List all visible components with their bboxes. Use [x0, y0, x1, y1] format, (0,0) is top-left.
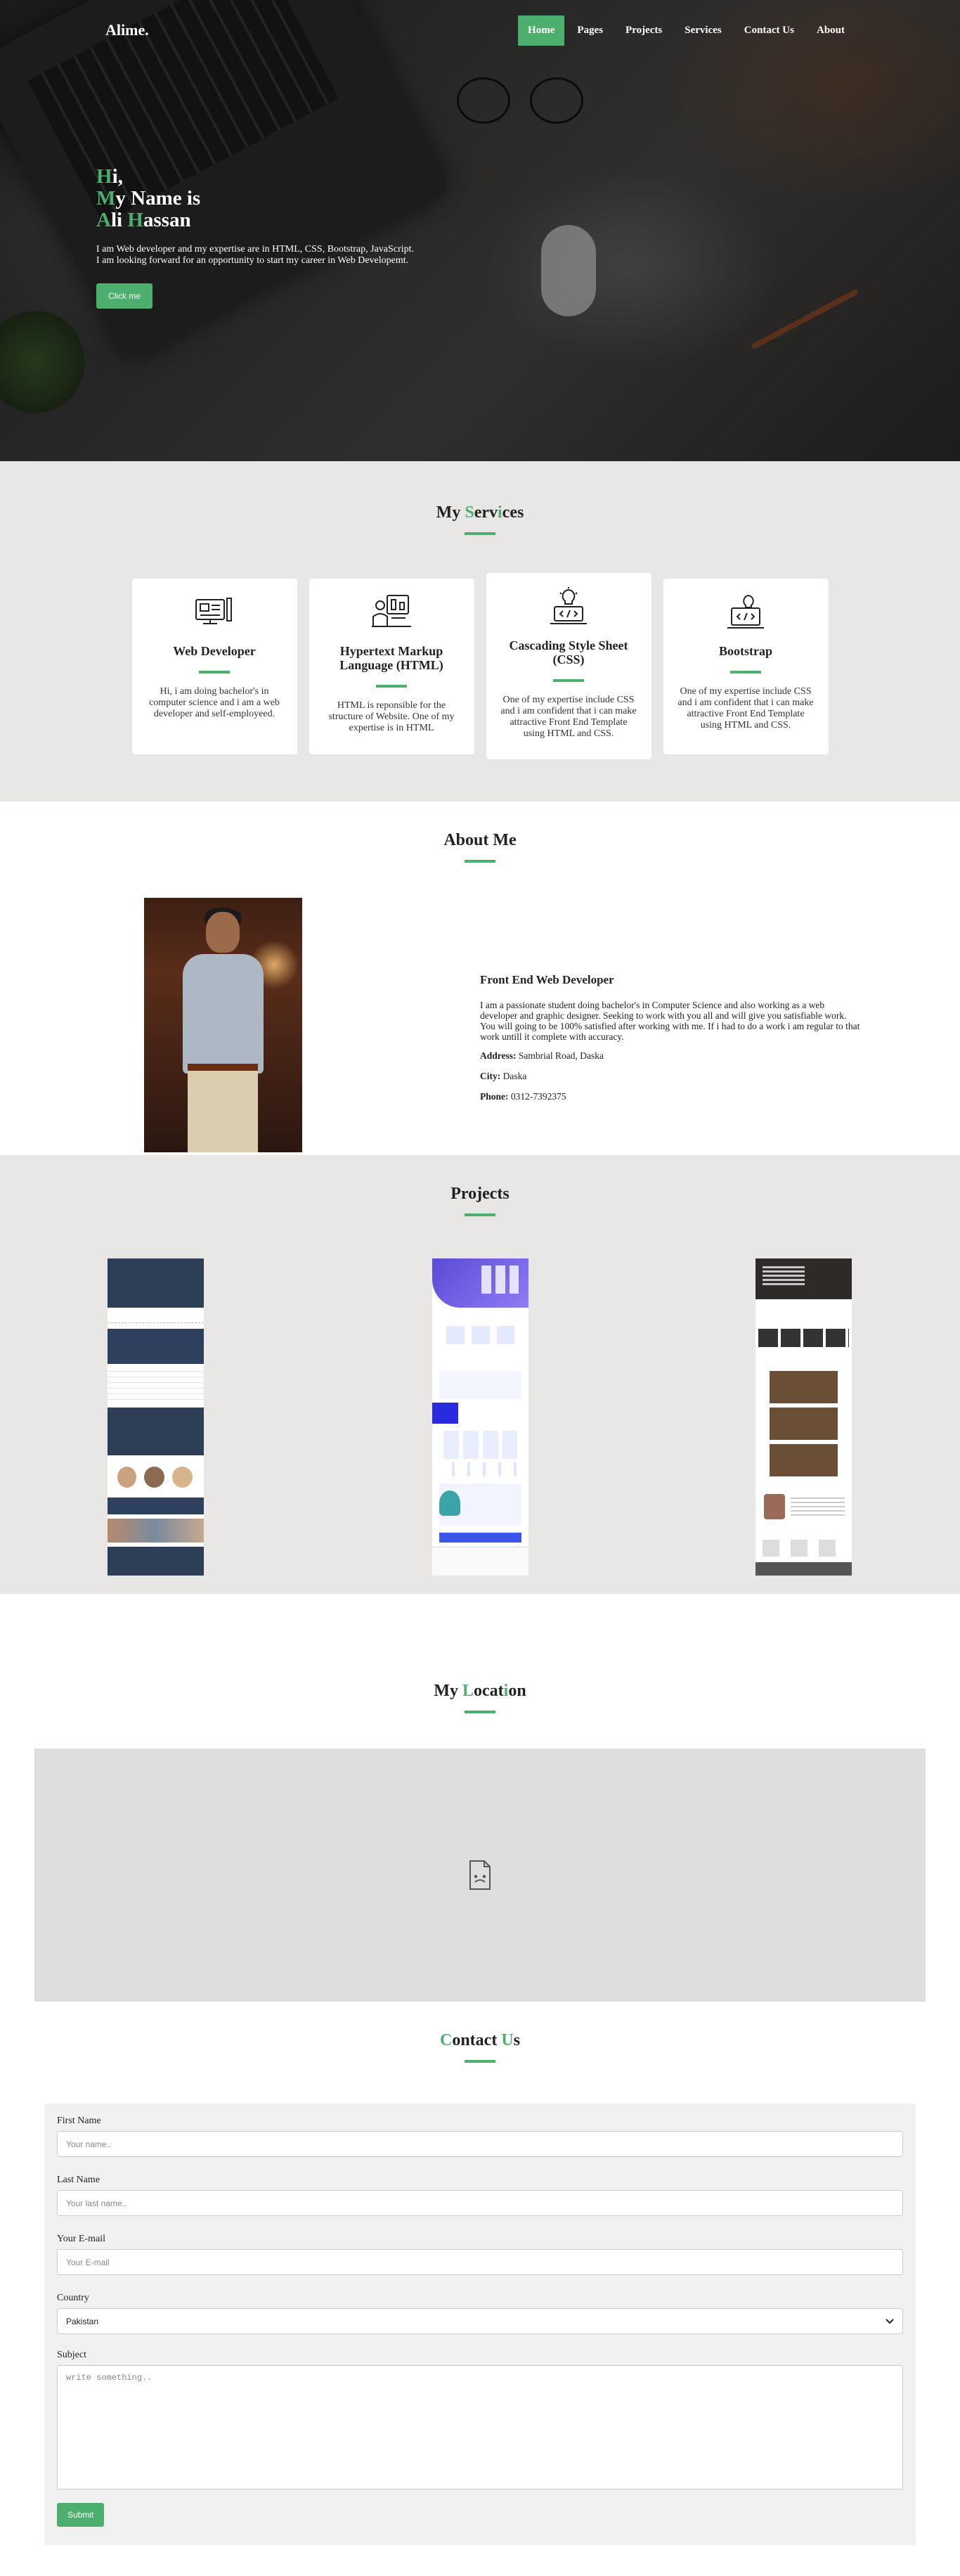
country-value: Pakistan [66, 2316, 99, 2326]
contact-title: Contact Us [439, 2031, 520, 2049]
hero-text: y Name is [115, 187, 201, 210]
first-name-input[interactable] [57, 2131, 903, 2157]
service-card: Hypertext Markup Language (HTML) HTML is… [309, 579, 474, 754]
html-icon [372, 595, 411, 627]
service-card-text: HTML is reponsible for the structure of … [328, 700, 455, 733]
project-thumbnail[interactable] [432, 1258, 528, 1576]
service-card-title: Web Developer [173, 644, 256, 658]
contact-section: Contact Us First Name Last Name Your E-m… [0, 2009, 960, 2545]
title-underline [465, 1213, 495, 1216]
subject-textarea[interactable] [57, 2365, 903, 2490]
card-underline [376, 685, 407, 688]
click-me-button[interactable]: Click me [96, 283, 153, 309]
service-card-title: Cascading Style Sheet (CSS) [509, 638, 628, 666]
card-underline [730, 671, 761, 674]
hero-desc-line: I am Web developer and my expertise are … [96, 244, 414, 255]
about-section: About Me Front End Web Developer I am a … [0, 801, 960, 1155]
services-section: My Services Web Developer Hi, i am doing… [0, 461, 960, 801]
service-card-title: Hypertext Markup Language (HTML) [339, 644, 443, 672]
services-title: My Services [436, 503, 524, 522]
hero-letter: H [127, 209, 143, 231]
nav-pages[interactable]: Pages [567, 15, 613, 46]
about-details: Front End Web Developer I am a passionat… [480, 973, 863, 1112]
location-section: My Location [0, 1594, 960, 2009]
hero-text: i, [112, 165, 123, 188]
first-name-label: First Name [57, 2115, 101, 2126]
subject-label: Subject [57, 2350, 86, 2360]
projects-gallery [0, 1258, 960, 1582]
service-card-title: Bootstrap [719, 644, 772, 658]
hero-text: assan [143, 209, 191, 231]
hero-text: li [110, 209, 128, 231]
hero-section: Alime. Home Pages Projects Services Cont… [0, 0, 960, 461]
nav-services[interactable]: Services [675, 15, 731, 46]
title-underline [465, 2060, 495, 2063]
country-label: Country [57, 2293, 89, 2303]
nav-contact-us[interactable]: Contact Us [734, 15, 804, 46]
last-name-input[interactable] [57, 2190, 903, 2216]
broken-document-icon [469, 1860, 491, 1890]
title-underline [465, 532, 495, 535]
card-underline [553, 679, 584, 682]
hero-desc-line: I am looking forward for an opportunity … [96, 255, 409, 266]
location-title: My Location [434, 1682, 526, 1700]
email-input[interactable] [57, 2249, 903, 2275]
navbar: Alime. Home Pages Projects Services Cont… [0, 0, 960, 60]
service-card: Cascading Style Sheet (CSS) One of my ex… [486, 573, 651, 759]
web-developer-icon [195, 598, 232, 624]
hero-letter: H [96, 165, 112, 188]
contact-form: First Name Last Name Your E-mail Country… [44, 2104, 916, 2545]
nav-about[interactable]: About [807, 15, 855, 46]
hero-letter: A [96, 209, 111, 231]
nav-projects[interactable]: Projects [616, 15, 672, 46]
last-name-label: Last Name [57, 2175, 100, 2185]
service-card-text: One of my expertise include CSS and i am… [677, 686, 814, 730]
country-select[interactable]: Pakistan [57, 2308, 903, 2334]
service-card-text: Hi, i am doing bachelor's in computer sc… [149, 686, 280, 719]
hero-content: Hi, My Name is Ali Hassan I am Web devel… [96, 166, 414, 309]
chevron-down-icon [886, 2318, 894, 2324]
title-underline [465, 860, 495, 863]
service-card: Web Developer Hi, i am doing bachelor's … [131, 579, 297, 754]
about-role: Front End Web Developer [480, 973, 614, 986]
projects-section: Projects [0, 1155, 960, 1594]
submit-button[interactable]: Submit [57, 2503, 105, 2527]
about-paragraph: I am a passionate student doing bachelor… [480, 1000, 860, 1042]
profile-photo [144, 898, 302, 1152]
about-city: City: Daska [480, 1071, 527, 1081]
hero-heading: Hi, My Name is Ali Hassan [96, 166, 414, 231]
service-card-text: One of my expertise include CSS and i am… [500, 695, 637, 739]
map-embed[interactable] [34, 1749, 926, 2002]
email-label: Your E-mail [57, 2234, 105, 2244]
project-thumbnail[interactable] [108, 1258, 204, 1576]
nav-home[interactable]: Home [518, 15, 565, 46]
main-nav: Home Pages Projects Services Contact Us … [518, 15, 855, 46]
about-phone: Phone: 0312-7392375 [480, 1091, 566, 1102]
brand-logo[interactable]: Alime. [105, 21, 149, 39]
services-cards: Web Developer Hi, i am doing bachelor's … [0, 573, 960, 759]
title-underline [465, 1711, 495, 1713]
project-thumbnail[interactable] [755, 1258, 852, 1576]
card-underline [199, 671, 230, 674]
hero-letter: M [96, 187, 116, 210]
bootstrap-icon [727, 594, 764, 629]
service-card: Bootstrap One of my expertise include CS… [663, 579, 829, 754]
about-title: About Me [443, 831, 517, 849]
css-icon [550, 587, 587, 624]
about-address: Address: Sambrial Road, Daska [480, 1050, 604, 1061]
projects-title: Projects [450, 1185, 510, 1203]
hero-description: I am Web developer and my expertise are … [96, 244, 414, 266]
